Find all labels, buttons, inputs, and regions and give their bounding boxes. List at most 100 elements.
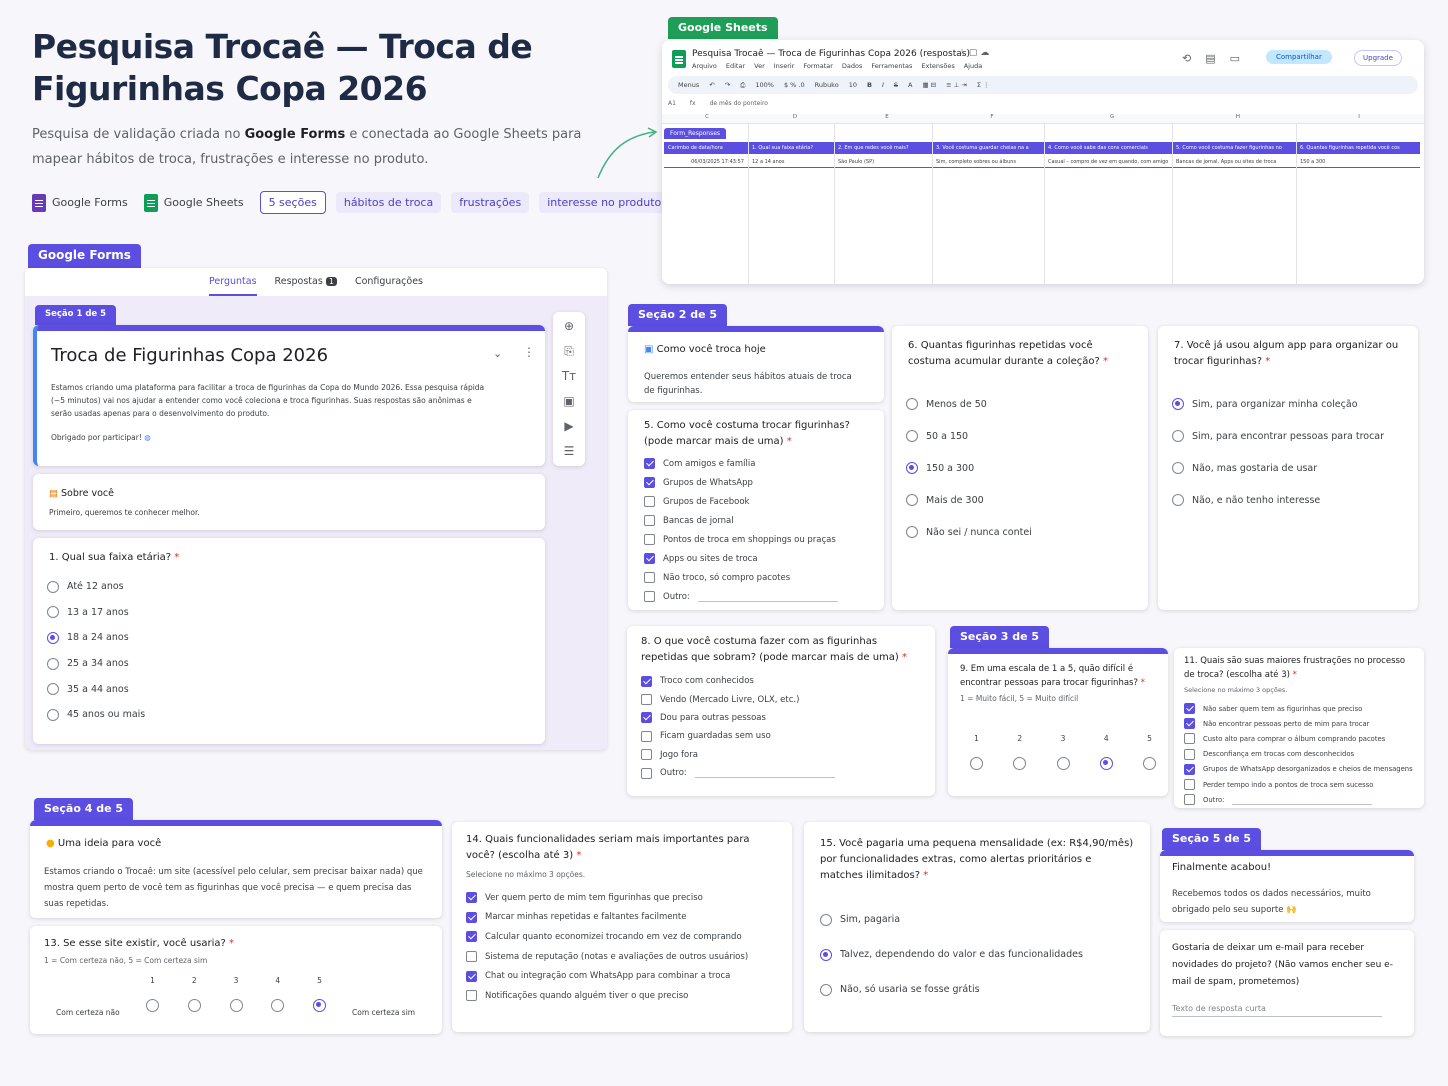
star-icon[interactable]: ☆ ▢ ☁: [958, 48, 989, 58]
checkbox-checked-icon[interactable]: [466, 970, 477, 982]
radio-icon[interactable]: [1172, 430, 1184, 442]
q6-card[interactable]: 6. Quantas figurinhas repetidas você cos…: [892, 326, 1148, 610]
checkbox-checked-icon[interactable]: [1184, 763, 1195, 775]
q5-card[interactable]: 5. Como você costuma trocar figurinhas? …: [628, 410, 884, 610]
checkbox-option[interactable]: Dou para outras pessoas: [641, 709, 835, 727]
radio-icon[interactable]: [47, 683, 59, 696]
radio-option[interactable]: Sim, para organizar minha coleção: [1172, 388, 1384, 420]
checkbox-option[interactable]: Grupos de Facebook: [644, 492, 838, 511]
radio-option[interactable]: Até 12 anos: [47, 574, 145, 600]
radio-selected-icon[interactable]: [313, 999, 326, 1012]
radio-icon[interactable]: [1172, 462, 1184, 474]
menu-item[interactable]: Inserir: [774, 62, 795, 70]
checkbox-option[interactable]: Grupos de WhatsApp desorganizados e chei…: [1184, 762, 1413, 777]
checkbox-icon[interactable]: [1184, 779, 1195, 791]
currency-icon[interactable]: $ % .0: [784, 81, 805, 89]
radio-option[interactable]: Menos de 50: [906, 388, 1032, 420]
checkbox-checked-icon[interactable]: [466, 892, 477, 904]
radio-icon[interactable]: [271, 999, 285, 1012]
print-icon[interactable]: ⎙: [740, 81, 745, 90]
radio-icon[interactable]: [47, 657, 59, 670]
radio-option[interactable]: Não sei / nunca contei: [906, 516, 1032, 548]
data-cell[interactable]: 12 a 14 anos: [748, 156, 834, 167]
radio-selected-icon[interactable]: [1172, 398, 1184, 410]
checkbox-icon[interactable]: [1184, 794, 1195, 806]
add-video-icon[interactable]: ▶: [553, 414, 585, 439]
checkbox-icon[interactable]: [1184, 733, 1195, 745]
q8-card[interactable]: 8. O que você costuma fazer com as figur…: [627, 626, 935, 796]
checkbox-option[interactable]: Chat ou integração com WhatsApp para com…: [466, 966, 748, 986]
menu-item[interactable]: Editar: [726, 62, 745, 70]
header-cell[interactable]: 5. Como você costuma fazer figurinhas no: [1172, 142, 1296, 154]
radio-option[interactable]: Talvez, dependendo do valor e das funcio…: [820, 937, 1083, 972]
checkbox-checked-icon[interactable]: [641, 712, 652, 724]
collapse-icon[interactable]: ⌄: [493, 347, 502, 360]
radio-icon[interactable]: [146, 999, 159, 1012]
radio-icon[interactable]: [906, 398, 918, 410]
radio-option[interactable]: 25 a 34 anos: [47, 651, 145, 677]
menu-item[interactable]: Dados: [842, 62, 862, 70]
add-title-icon[interactable]: Tт: [553, 364, 585, 389]
checkbox-option[interactable]: Ficam guardadas sem uso: [641, 727, 835, 745]
radio-icon[interactable]: [47, 580, 59, 593]
radio-icon[interactable]: [906, 526, 918, 538]
column-header[interactable]: C: [662, 114, 752, 123]
radio-option[interactable]: 35 a 44 anos: [47, 676, 145, 702]
email-input[interactable]: Texto de resposta curta: [1172, 1004, 1382, 1017]
radio-selected-icon[interactable]: [820, 948, 832, 961]
form-title-card[interactable]: Troca de Figurinhas Copa 2026 ⌄ ⋮ Estamo…: [33, 325, 545, 466]
sheet-tab[interactable]: Form_Responses: [664, 128, 727, 139]
menu-item[interactable]: Extensões: [921, 62, 954, 70]
header-cell[interactable]: 1. Qual sua faixa etária?: [748, 142, 834, 154]
q1-card[interactable]: 1. Qual sua faixa etária? * Até 12 anos 1…: [33, 538, 545, 744]
checkbox-checked-icon[interactable]: [466, 911, 477, 923]
data-cell[interactable]: Bancas de jornal, Apps ou sites de troca: [1172, 156, 1296, 167]
header-cell[interactable]: 2. Em que redes você mais?: [834, 142, 932, 154]
font-size[interactable]: 10: [849, 81, 857, 89]
more-options-icon[interactable]: ⋮: [523, 345, 535, 359]
other-input[interactable]: [697, 592, 838, 602]
italic-icon[interactable]: I: [882, 81, 884, 89]
radio-option[interactable]: 45 anos ou mais: [47, 702, 145, 728]
radio-option[interactable]: Sim, pagaria: [820, 902, 1083, 937]
column-header[interactable]: F: [936, 114, 1048, 123]
column-header[interactable]: D: [752, 114, 838, 123]
tab-responses[interactable]: Respostas 1: [275, 276, 337, 296]
checkbox-option[interactable]: Perder tempo indo a pontos de troca sem …: [1184, 777, 1413, 792]
checkbox-icon[interactable]: [466, 951, 477, 963]
comment-icon[interactable]: ▤: [1205, 52, 1215, 65]
header-cell[interactable]: 4. Como você sabe das cons comerciais: [1044, 142, 1172, 154]
checkbox-icon[interactable]: [644, 591, 655, 602]
checkbox-option[interactable]: Marcar minhas repetidas e faltantes faci…: [466, 908, 748, 928]
checkbox-option[interactable]: Pontos de troca em shoppings ou praças: [644, 530, 838, 549]
undo-icon[interactable]: ↶: [709, 81, 714, 89]
checkbox-icon[interactable]: [641, 749, 652, 761]
form-description[interactable]: Estamos criando uma plataforma para faci…: [51, 381, 491, 420]
checkbox-option[interactable]: Notificações quando alguém tiver o que p…: [466, 986, 748, 1006]
radio-icon[interactable]: [820, 913, 832, 926]
radio-icon[interactable]: [820, 983, 832, 996]
data-cell[interactable]: 150 a 300: [1296, 156, 1414, 167]
column-header[interactable]: G: [1048, 114, 1176, 123]
radio-icon[interactable]: [229, 999, 243, 1012]
checkbox-checked-icon[interactable]: [644, 477, 655, 488]
q7-card[interactable]: 7. Você já usou algum app para organizar…: [1158, 326, 1418, 610]
tab-settings[interactable]: Configurações: [355, 276, 423, 296]
radio-option[interactable]: 50 a 150: [906, 420, 1032, 452]
form-title[interactable]: Troca de Figurinhas Copa 2026: [51, 345, 328, 366]
menu-item[interactable]: Ajuda: [964, 62, 982, 70]
radio-selected-icon[interactable]: [1099, 757, 1113, 770]
data-cell[interactable]: São Paulo (SP): [834, 156, 932, 167]
email-card[interactable]: Gostaria de deixar um e-mail para recebe…: [1160, 930, 1414, 1036]
checkbox-option[interactable]: Com amigos e família: [644, 454, 838, 473]
upgrade-button[interactable]: Upgrade: [1354, 50, 1402, 66]
radio-option[interactable]: Não, e não tenho interesse: [1172, 484, 1384, 516]
checkbox-checked-icon[interactable]: [641, 675, 652, 687]
radio-option[interactable]: Sim, para encontrar pessoas para trocar: [1172, 420, 1384, 452]
checkbox-option[interactable]: Outro:: [1184, 792, 1413, 807]
radio-option[interactable]: 13 a 17 anos: [47, 600, 145, 626]
checkbox-option[interactable]: Vendo (Mercado Livre, OLX, etc.): [641, 690, 835, 708]
radio-icon[interactable]: [1172, 494, 1184, 506]
checkbox-option[interactable]: Outro:: [641, 764, 835, 782]
radio-selected-icon[interactable]: [906, 462, 918, 474]
